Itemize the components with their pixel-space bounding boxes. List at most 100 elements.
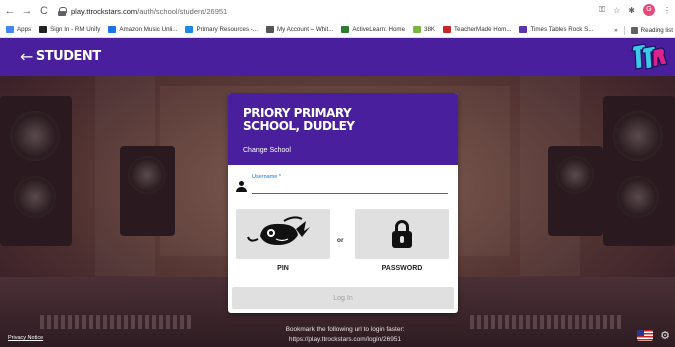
menu-icon[interactable]: ⋮ xyxy=(663,6,671,15)
reading-list-icon xyxy=(630,27,638,34)
url-text: play.ttrockstars.com/auth/school/student… xyxy=(71,7,228,16)
desk-fader xyxy=(484,315,488,329)
desk-fader xyxy=(470,315,474,329)
bookmark-item[interactable]: ActiveLearn: Home xyxy=(341,26,405,33)
gear-icon[interactable]: ⚙ xyxy=(660,331,670,342)
address-bar[interactable]: play.ttrockstars.com/auth/school/student… xyxy=(58,4,632,19)
bookmarks-bar: Apps Sign In - RM Unify Amazon Music Unli.… xyxy=(0,22,675,38)
bookmark-item[interactable]: Amazon Music Unli... xyxy=(108,26,177,33)
bookmark-favicon-icon xyxy=(39,26,48,33)
bookmark-favicon-icon xyxy=(185,26,194,33)
bookmark-item[interactable]: TeacherMade Hom... xyxy=(443,26,511,33)
desk-fader xyxy=(61,315,65,329)
reload-icon[interactable]: C xyxy=(37,4,51,18)
key-icon[interactable]: ⚿ xyxy=(599,5,605,15)
login-card: PRIORY PRIMARY SCHOOL, DUDLEY Change Sch… xyxy=(228,93,458,313)
desk-fader xyxy=(96,315,100,329)
desk-fader xyxy=(152,315,156,329)
desk-fader xyxy=(603,315,607,329)
desk-fader xyxy=(596,315,600,329)
desk-fader xyxy=(103,315,107,329)
bookmark-tip: Bookmark the following url to login fast… xyxy=(265,325,425,345)
desk-fader xyxy=(526,315,530,329)
desk-fader xyxy=(166,315,170,329)
desk-fader xyxy=(47,315,51,329)
card-header: PRIORY PRIMARY SCHOOL, DUDLEY Change Sch… xyxy=(228,93,458,165)
desk-fader xyxy=(187,315,191,329)
desk-fader xyxy=(491,315,495,329)
us-flag-icon[interactable] xyxy=(637,330,653,341)
app-header: ← STUDENT xyxy=(0,38,675,76)
desk-fader xyxy=(89,315,93,329)
bookmark-favicon-icon xyxy=(519,26,528,33)
desk-fader xyxy=(540,315,544,329)
login-url[interactable]: https://play.ttrockstars.com/login/26951 xyxy=(265,335,425,345)
desk-fader xyxy=(519,315,523,329)
desk-fader xyxy=(124,315,128,329)
password-label: PASSWORD xyxy=(381,265,423,272)
forward-arrow-icon[interactable]: → xyxy=(20,4,34,18)
desk-fader xyxy=(117,315,121,329)
bookmark-item[interactable]: Primary Resources -... xyxy=(185,26,258,33)
desk-fader xyxy=(110,315,114,329)
bookmark-favicon-icon xyxy=(108,26,117,33)
reading-list-link[interactable]: Reading list xyxy=(641,27,673,34)
or-separator: or xyxy=(337,237,344,244)
desk-fader xyxy=(131,315,135,329)
desk-fader xyxy=(145,315,149,329)
bookmark-favicon-icon xyxy=(341,26,350,33)
profile-avatar[interactable]: G xyxy=(643,4,655,16)
back-to-student-button[interactable]: ← STUDENT xyxy=(20,47,101,66)
bookmark-item[interactable]: Sign In - RM Unify xyxy=(39,26,100,33)
desk-fader xyxy=(505,315,509,329)
privacy-notice-link[interactable]: Privacy Notice xyxy=(8,335,43,341)
bookmark-item[interactable]: 38K xyxy=(413,26,435,33)
desk-fader xyxy=(75,315,79,329)
desk-fader xyxy=(533,315,537,329)
desk-fader xyxy=(68,315,72,329)
back-arrow-icon[interactable]: ← xyxy=(3,4,17,18)
desk-fader xyxy=(582,315,586,329)
lock-icon xyxy=(58,7,67,16)
desk-fader xyxy=(180,315,184,329)
desk-fader xyxy=(54,315,58,329)
desk-fader xyxy=(547,315,551,329)
bookmark-item[interactable]: Times Tables Rock S... xyxy=(519,26,593,33)
ttrs-logo xyxy=(631,43,668,70)
star-icon[interactable]: ☆ xyxy=(613,6,620,15)
desk-fader xyxy=(512,315,516,329)
change-school-link[interactable]: Change School xyxy=(243,147,291,154)
log-in-button[interactable]: Log In xyxy=(232,287,454,309)
bookmark-favicon-icon xyxy=(265,26,274,33)
desk-fader xyxy=(610,315,614,329)
password-option-button[interactable] xyxy=(355,209,449,259)
desk-fader xyxy=(554,315,558,329)
username-input[interactable] xyxy=(252,182,448,194)
extensions-icon[interactable]: ✱ xyxy=(628,6,635,15)
desk-fader xyxy=(159,315,163,329)
desk-fader xyxy=(82,315,86,329)
bookmark-favicon-icon xyxy=(443,26,452,33)
desk-fader xyxy=(477,315,481,329)
username-label: Username * xyxy=(252,174,282,180)
padlock-icon xyxy=(392,220,412,248)
back-arrow-icon: ← xyxy=(20,47,33,66)
bookmarks-overflow[interactable]: » xyxy=(614,27,617,34)
browser-toolbar: ← → C play.ttrockstars.com/auth/school/s… xyxy=(0,0,675,22)
pin-option-button[interactable] xyxy=(236,209,330,259)
desk-fader xyxy=(561,315,565,329)
desk-fader xyxy=(173,315,177,329)
desk-fader xyxy=(138,315,142,329)
desk-fader xyxy=(617,315,621,329)
desk-fader xyxy=(498,315,502,329)
bookmark-favicon-icon xyxy=(6,26,14,33)
user-icon xyxy=(236,181,247,192)
desk-fader xyxy=(589,315,593,329)
desk-fader xyxy=(568,315,572,329)
back-label: STUDENT xyxy=(35,49,101,64)
bookmark-item[interactable]: Apps xyxy=(6,26,31,33)
bookmark-favicon-icon xyxy=(413,26,422,33)
desk-fader xyxy=(575,315,579,329)
desk-fader xyxy=(40,315,44,329)
bookmark-item[interactable]: My Account – Whit... xyxy=(265,26,333,33)
